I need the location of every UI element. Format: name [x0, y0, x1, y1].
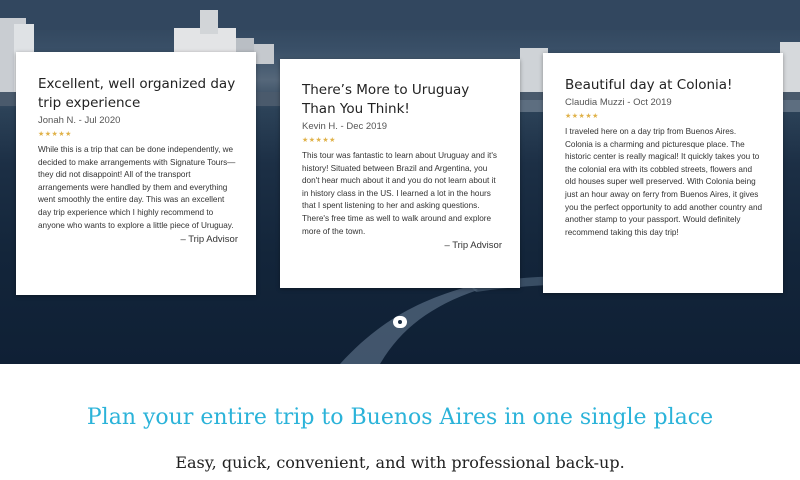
star-rating-icon: ★★★★★	[565, 113, 599, 120]
testimonial-card: There’s More to Uruguay Than You Think! …	[280, 59, 520, 288]
testimonial-title: There’s More to Uruguay Than You Think!	[302, 82, 470, 117]
testimonial-source: – Trip Advisor	[444, 240, 502, 252]
testimonial-title: Beautiful day at Colonia!	[565, 77, 733, 93]
testimonial-text: While this is a trip that can be done in…	[38, 145, 236, 230]
page-headline: Plan your entire trip to Buenos Aires in…	[86, 405, 714, 430]
testimonial-source: – Trip Advisor	[180, 234, 238, 246]
testimonial-card: Beautiful day at Colonia! Claudia Muzzi …	[543, 53, 783, 293]
testimonial-author: Kevin H. - Dec 2019	[302, 121, 388, 132]
testimonial-author: Jonah N. - Jul 2020	[38, 115, 121, 126]
page-tagline: Easy, quick, convenient, and with profes…	[175, 453, 625, 472]
star-rating-icon: ★★★★★	[38, 131, 72, 138]
testimonial-title: Excellent, well organized day trip exper…	[38, 76, 236, 111]
testimonial-author: Claudia Muzzi - Oct 2019	[565, 97, 672, 108]
star-rating-icon: ★★★★★	[302, 137, 336, 144]
testimonial-text: I traveled here on a day trip from Bueno…	[565, 127, 763, 237]
carousel-dot-icon[interactable]	[393, 316, 407, 328]
testimonial-card: Excellent, well organized day trip exper…	[16, 52, 256, 295]
testimonial-text: This tour was fantastic to learn about U…	[302, 151, 497, 236]
